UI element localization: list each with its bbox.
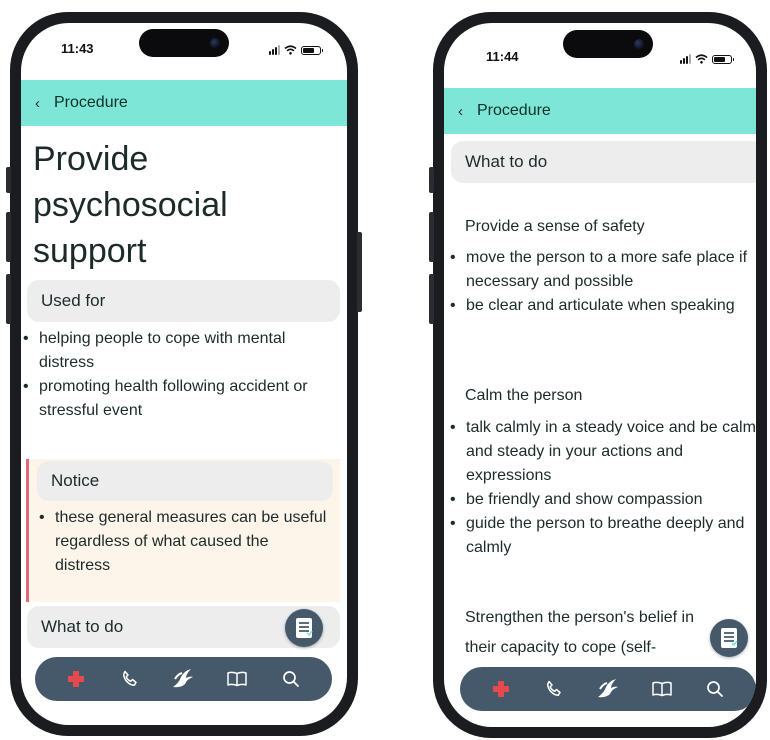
volume-up-button [429,212,434,262]
side-button [6,167,11,193]
first-aid-cross-icon[interactable] [488,676,514,702]
birds-icon[interactable] [595,676,621,702]
dynamic-island [563,30,653,58]
section-title: Strengthen the person's belief in their … [465,603,694,663]
list-item: helping people to cope with mental distr… [21,327,339,375]
document-list-icon [721,628,738,648]
nav-bar: ‹ Procedure [21,80,347,126]
section-list: move the person to a more safe place if … [448,246,756,318]
notice-box: Notice these general measures can be use… [26,459,340,602]
book-icon[interactable] [224,666,250,692]
notice-heading: Notice [37,461,333,501]
volume-up-button [6,212,11,262]
chevron-left-icon[interactable]: ‹ [35,95,40,112]
chevron-left-icon[interactable]: ‹ [458,103,463,120]
section-list: talk calmly in a steady voice and be cal… [448,416,756,560]
list-item: these general measures can be useful reg… [37,506,327,578]
page-title-line: Provide [33,140,149,178]
phone-right: 11:44 ‹ Procedure What to do Provide a s… [429,12,767,738]
page-title: Provide psychosocial support [33,136,228,274]
screen-left: 11:43 ‹ Procedure Provide psychosocial s… [21,23,347,725]
list-item: guide the person to breathe deeply and c… [448,512,756,560]
what-to-do-heading: What to do [451,141,756,183]
search-icon[interactable] [702,676,728,702]
document-list-button[interactable] [285,609,323,647]
screen-right: 11:44 ‹ Procedure What to do Provide a s… [444,23,756,727]
volume-down-button [429,274,434,324]
tab-bar [35,657,332,701]
wifi-icon [695,54,708,64]
page-title-line: psychosocial [33,186,228,224]
used-for-heading: Used for [27,280,340,322]
camera-icon [634,39,644,49]
nav-bar: ‹ Procedure [444,88,756,134]
section-title-line: their capacity to cope (self- [465,639,657,656]
power-button [357,232,362,312]
volume-down-button [6,274,11,324]
phone-left: 11:43 ‹ Procedure Provide psychosocial s… [6,12,362,736]
used-for-list: helping people to cope with mental distr… [21,327,339,423]
phone-icon[interactable] [541,676,567,702]
status-icons [680,54,734,64]
dynamic-island [139,29,229,57]
list-item: promoting health following accident or s… [21,375,339,423]
section-title: Calm the person [465,387,583,404]
page-title-line: support [33,232,147,270]
status-time: 11:44 [486,49,519,64]
section-title: Provide a sense of safety [465,218,645,235]
battery-icon [712,54,734,64]
nav-title: Procedure [54,94,128,111]
document-list-button[interactable] [710,619,748,657]
phone-icon[interactable] [117,666,143,692]
camera-icon [210,38,220,48]
document-list-icon [296,618,313,638]
first-aid-cross-icon[interactable] [63,666,89,692]
wifi-icon [284,45,297,55]
nav-title: Procedure [477,102,551,119]
tab-bar [460,667,756,711]
side-button [429,167,434,193]
search-icon[interactable] [278,666,304,692]
signal-icon [680,54,691,64]
signal-icon [269,45,280,55]
list-item: talk calmly in a steady voice and be cal… [448,416,756,488]
notice-list: these general measures can be useful reg… [37,506,327,578]
status-icons [269,45,323,55]
battery-icon [301,45,323,55]
list-item: be clear and articulate when speaking [448,294,756,318]
status-time: 11:43 [61,41,94,56]
section-title-line: Strengthen the person's belief in [465,609,694,626]
birds-icon[interactable] [170,666,196,692]
list-item: move the person to a more safe place if … [448,246,756,294]
book-icon[interactable] [649,676,675,702]
list-item: be friendly and show compassion [448,488,756,512]
